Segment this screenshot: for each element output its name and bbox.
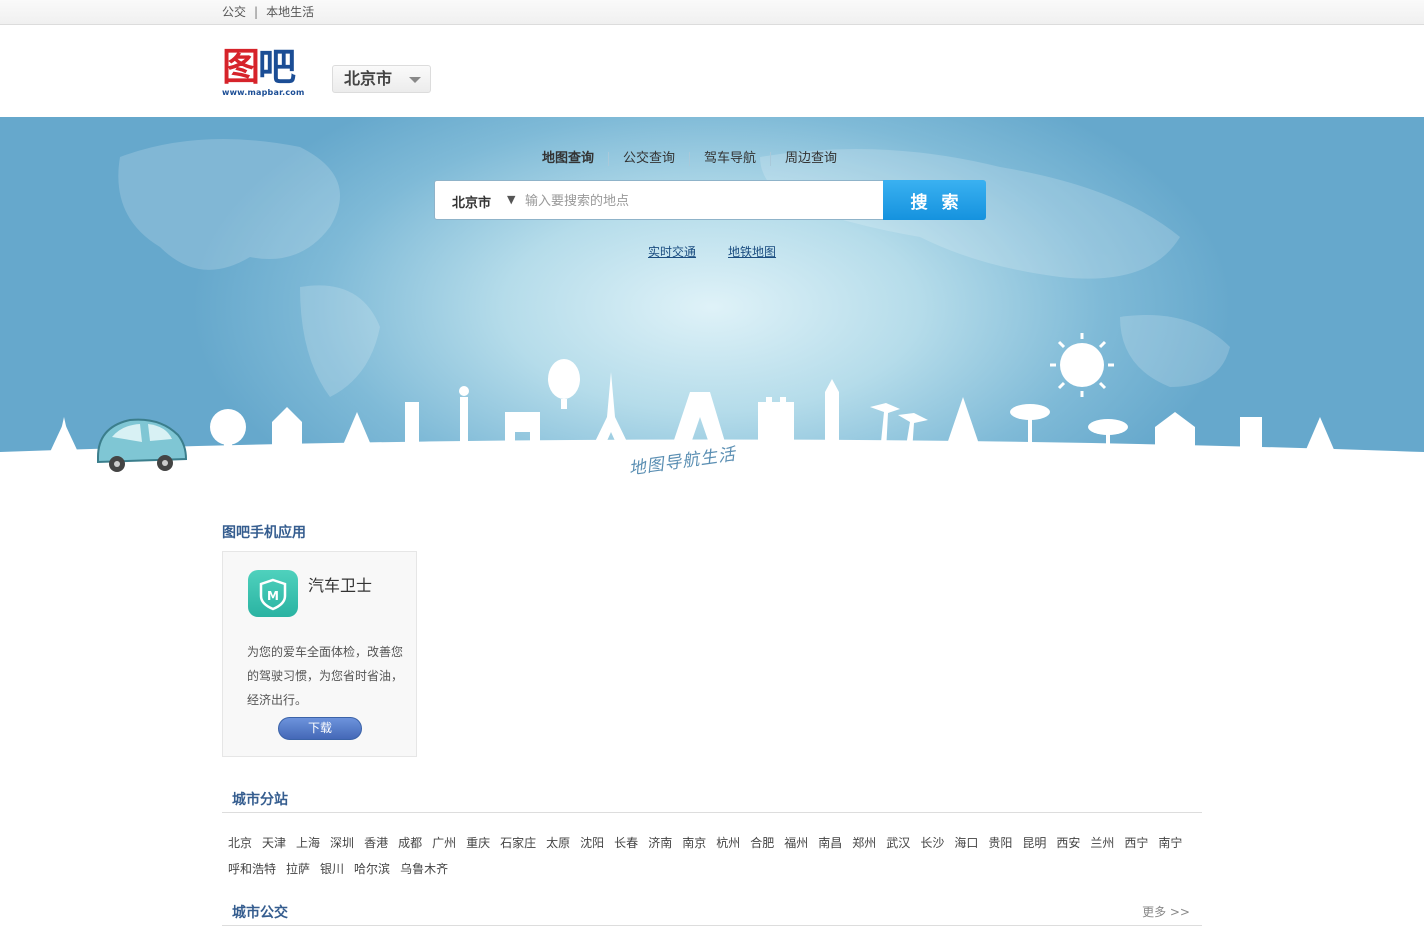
app-card: M 汽车卫士 为您的爱车全面体检，改善您的驾驶习惯，为您省时省油，经济出行。 下… <box>222 551 417 757</box>
city-link[interactable]: 郑州 <box>852 830 876 856</box>
tab-nearby-search[interactable]: 周边查询 <box>770 152 851 166</box>
city-link[interactable]: 香港 <box>364 830 388 856</box>
city-link[interactable]: 南宁 <box>1158 830 1182 856</box>
logo-url: www.mapbar.com <box>222 88 305 97</box>
app-description: 为您的爱车全面体检，改善您的驾驶习惯，为您省时省油，经济出行。 <box>247 645 404 707</box>
header-city-select[interactable]: 北京市 <box>332 65 431 93</box>
city-link[interactable]: 武汉 <box>886 830 910 856</box>
header-city-label: 北京市 <box>344 69 393 88</box>
link-subway-map[interactable]: 地铁地图 <box>728 245 776 259</box>
city-link[interactable]: 乌鲁木齐 <box>400 856 448 882</box>
link-realtime-traffic[interactable]: 实时交通 <box>648 245 696 259</box>
city-link[interactable]: 长春 <box>614 830 638 856</box>
search-button[interactable]: 搜索 <box>883 180 986 220</box>
tab-bus-search[interactable]: 公交查询 <box>608 152 689 166</box>
city-link[interactable]: 深圳 <box>330 830 354 856</box>
city-link[interactable]: 北京 <box>228 830 252 856</box>
city-link[interactable]: 济南 <box>648 830 672 856</box>
app-name[interactable]: 汽车卫士 <box>308 572 372 596</box>
skyline-illustration <box>0 139 1424 497</box>
city-link[interactable]: 哈尔滨 <box>354 856 390 882</box>
search-tabs: 地图查询 公交查询 驾车导航 周边查询 <box>528 151 851 166</box>
search-box: 北京市 ▼ 搜索 <box>434 180 986 220</box>
cities-section-title: 城市分站 <box>232 792 288 808</box>
city-link[interactable]: 呼和浩特 <box>228 856 276 882</box>
city-link[interactable]: 拉萨 <box>286 856 310 882</box>
city-link[interactable]: 沈阳 <box>580 830 604 856</box>
top-bar: 公交 | 本地生活 <box>0 0 1424 25</box>
search-input[interactable] <box>525 190 875 212</box>
download-button[interactable]: 下载 <box>278 717 362 740</box>
header: 图吧 www.mapbar.com 北京市 <box>0 25 1424 117</box>
city-link[interactable]: 上海 <box>296 830 320 856</box>
city-list: 北京 天津 上海 深圳 香港 成都 广州 重庆 石家庄 太原 沈阳 长春 济南 南京 杭州 合肥 福州 南昌 郑州武… <box>228 830 1203 882</box>
tab-map-search[interactable]: 地图查询 <box>528 152 608 166</box>
city-link[interactable]: 海口 <box>954 830 978 856</box>
city-link[interactable]: 西安 <box>1056 830 1080 856</box>
topbar-link-bus[interactable]: 公交 <box>222 5 246 19</box>
more-link[interactable]: 更多 >> <box>1142 903 1190 920</box>
city-link[interactable]: 杭州 <box>716 830 740 856</box>
city-link[interactable]: 福州 <box>784 830 808 856</box>
city-link[interactable]: 重庆 <box>466 830 490 856</box>
city-link[interactable]: 银川 <box>320 856 344 882</box>
chevron-down-icon[interactable]: ▼ <box>507 193 515 206</box>
chevron-down-icon <box>409 77 421 83</box>
city-link[interactable]: 合肥 <box>750 830 774 856</box>
city-link[interactable]: 成都 <box>398 830 422 856</box>
apps-section-title: 图吧手机应用 <box>222 525 306 541</box>
city-link[interactable]: 天津 <box>262 830 286 856</box>
tab-driving-nav[interactable]: 驾车导航 <box>689 152 770 166</box>
quick-links: 实时交通 地铁地图 <box>648 243 808 260</box>
city-link[interactable]: 贵阳 <box>988 830 1012 856</box>
topbar-separator: | <box>254 5 259 19</box>
city-link[interactable]: 南京 <box>682 830 706 856</box>
shield-m-icon[interactable]: M <box>248 570 298 617</box>
hero-banner: 地图查询公交查询驾车导航周边查询 北京市 ▼ 搜索 实时交通地铁地图 地图导航生… <box>0 117 1424 497</box>
city-link[interactable]: 昆明 <box>1022 830 1046 856</box>
mapbar-logo[interactable]: 图吧 www.mapbar.com <box>222 47 314 99</box>
city-link[interactable]: 长沙 <box>920 830 944 856</box>
cities-section-header: 城市分站 <box>222 787 1202 813</box>
city-link[interactable]: 兰州 <box>1090 830 1114 856</box>
search-city-select[interactable]: 北京市 <box>452 192 491 211</box>
topbar-link-local[interactable]: 本地生活 <box>266 5 314 19</box>
svg-text:M: M <box>267 589 279 603</box>
logo-text: 图吧 <box>222 45 296 89</box>
city-link[interactable]: 南昌 <box>818 830 842 856</box>
city-link[interactable]: 石家庄 <box>500 830 536 856</box>
city-link[interactable]: 太原 <box>546 830 570 856</box>
city-link[interactable]: 西宁 <box>1124 830 1148 856</box>
bus-section-title: 城市公交 <box>232 905 288 921</box>
city-link[interactable]: 广州 <box>432 830 456 856</box>
bus-section-header: 城市公交 更多 >> <box>222 900 1202 926</box>
